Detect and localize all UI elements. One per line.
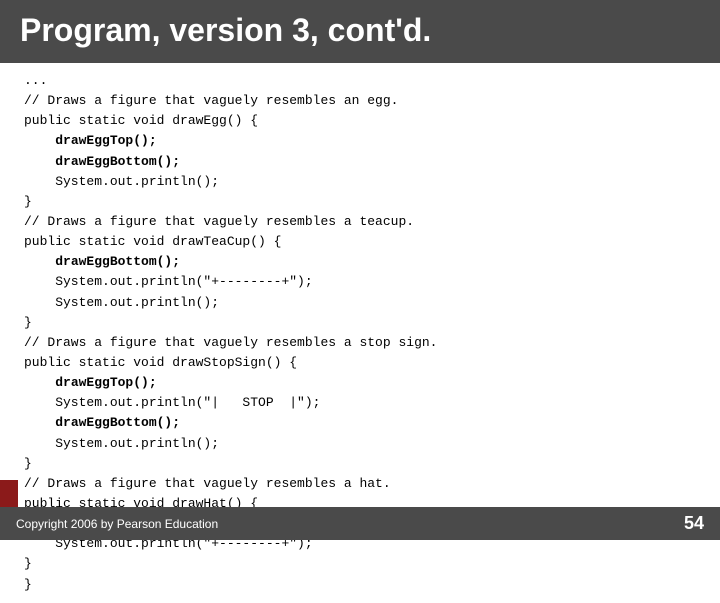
code-line: System.out.println(); <box>24 293 696 313</box>
code-line: public static void drawEgg() { <box>24 111 696 131</box>
code-line: // Draws a figure that vaguely resembles… <box>24 474 696 494</box>
code-line: drawEggTop(); <box>24 131 696 151</box>
code-line: } <box>24 313 696 333</box>
slide-header: Program, version 3, cont'd. <box>0 0 720 63</box>
code-line: } <box>24 192 696 212</box>
copyright-text: Copyright 2006 by Pearson Education <box>16 517 218 531</box>
code-line: ... <box>24 71 696 91</box>
slide-title: Program, version 3, cont'd. <box>20 12 431 49</box>
code-line: drawEggBottom(); <box>24 413 696 433</box>
code-line: System.out.println("| STOP |"); <box>24 393 696 413</box>
code-line: } <box>24 454 696 474</box>
code-line: System.out.println(); <box>24 434 696 454</box>
code-line: } <box>24 554 696 574</box>
code-line: // Draws a figure that vaguely resembles… <box>24 91 696 111</box>
corner-decoration <box>0 480 18 508</box>
code-line: System.out.println(); <box>24 172 696 192</box>
code-line: drawEggBottom(); <box>24 152 696 172</box>
code-line: } <box>24 575 696 595</box>
code-line: drawEggBottom(); <box>24 252 696 272</box>
code-line: // Draws a figure that vaguely resembles… <box>24 212 696 232</box>
page-number: 54 <box>684 513 704 534</box>
slide-footer: Copyright 2006 by Pearson Education 54 <box>0 507 720 540</box>
code-line: public static void drawTeaCup() { <box>24 232 696 252</box>
code-line: drawEggTop(); <box>24 373 696 393</box>
code-line: System.out.println("+--------+"); <box>24 272 696 292</box>
code-line: // Draws a figure that vaguely resembles… <box>24 333 696 353</box>
code-line: public static void drawStopSign() { <box>24 353 696 373</box>
